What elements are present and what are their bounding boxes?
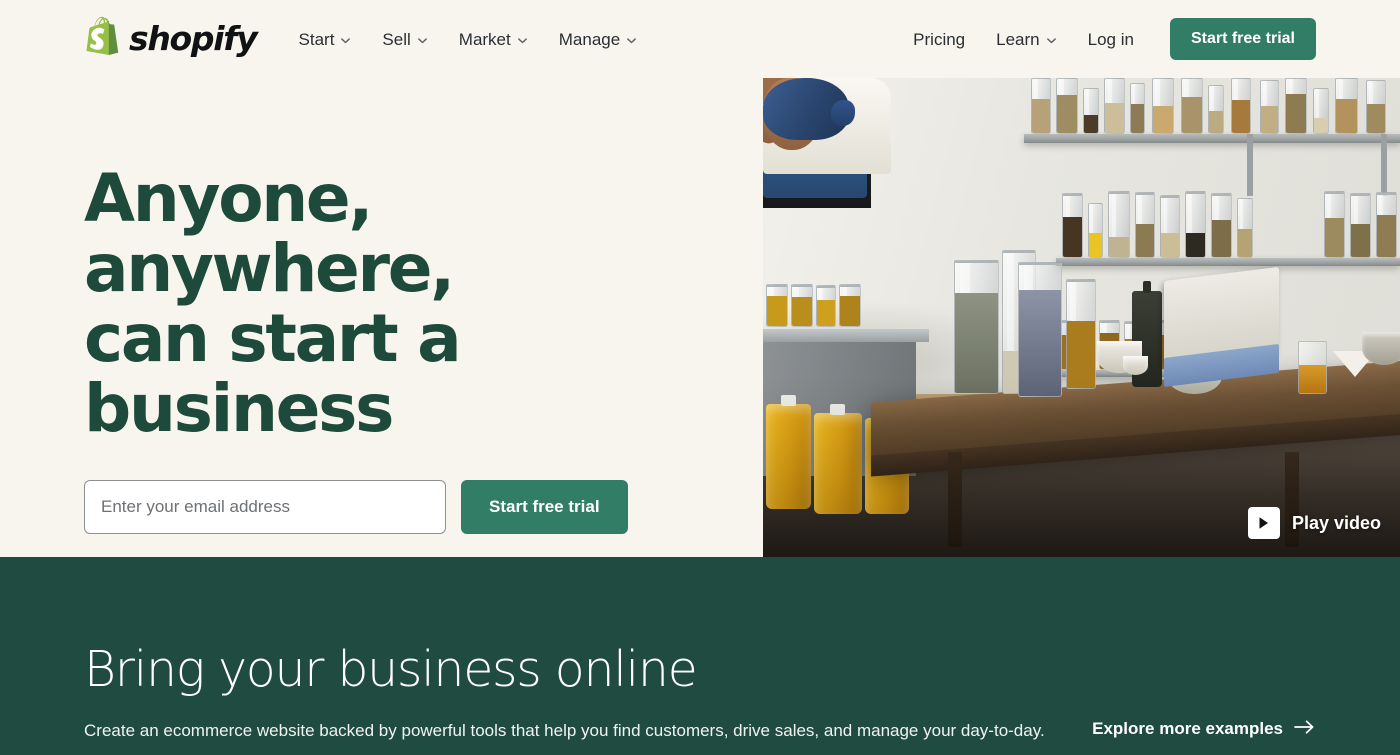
nav-item-market[interactable]: Market [459, 31, 528, 48]
arrow-right-icon [1294, 719, 1314, 739]
email-input[interactable] [84, 479, 446, 534]
nav-label-manage: Manage [558, 29, 621, 49]
hero-signup-form: Start free trial [84, 479, 684, 534]
nav-label-sell: Sell [382, 29, 411, 49]
nav-label-market: Market [458, 29, 511, 49]
chevron-down-icon [417, 35, 428, 46]
hero-video-thumbnail[interactable]: Play video [763, 78, 1400, 557]
play-triangle-icon [1247, 507, 1280, 539]
hero-title: Anyone, anywhere, can start a business [84, 160, 462, 447]
hero-section: Anyone, anywhere, can start a business S… [0, 78, 1400, 591]
nav-item-pricing[interactable]: Pricing [913, 31, 965, 48]
play-video-label: Play video [1291, 512, 1381, 533]
shopify-logo[interactable]: shopify [84, 15, 258, 64]
site-header: shopify Start Sell Market Manage Pricing… [0, 0, 1400, 78]
nav-item-manage[interactable]: Manage [559, 31, 637, 48]
hero-copy: Anyone, anywhere, can start a business S… [84, 164, 684, 595]
section-subtitle: Create an ecommerce website backed by po… [84, 721, 1045, 740]
chevron-down-icon [517, 35, 528, 46]
section-title: Bring your business online [84, 641, 698, 698]
nav-label-login: Log in [1087, 29, 1134, 49]
play-video-button[interactable]: Play video [1247, 507, 1381, 539]
shopify-homepage: shopify Start Sell Market Manage Pricing… [0, 0, 1400, 755]
primary-navigation: Start Sell Market Manage [299, 31, 638, 48]
hero-start-free-trial-button[interactable]: Start free trial [461, 479, 628, 534]
secondary-navigation: Pricing Learn Log in Start free trial [913, 18, 1316, 60]
chevron-down-icon [1046, 35, 1057, 46]
nav-label-learn: Learn [996, 29, 1040, 49]
header-start-free-trial-button[interactable]: Start free trial [1169, 18, 1316, 60]
chevron-down-icon [626, 35, 637, 46]
explore-more-examples-link[interactable]: Explore more examples [1092, 719, 1314, 739]
bring-business-online-section: Bring your business online Create an eco… [0, 557, 1400, 755]
shopify-bag-icon [84, 15, 122, 64]
nav-item-login[interactable]: Log in [1088, 31, 1134, 48]
nav-label-start: Start [298, 29, 335, 49]
nav-item-start[interactable]: Start [299, 31, 352, 48]
nav-label-pricing: Pricing [913, 29, 966, 49]
hero-photo [763, 78, 1400, 557]
photo-vignette [763, 78, 1400, 557]
shopify-wordmark: shopify [129, 18, 258, 58]
nav-item-learn[interactable]: Learn [996, 31, 1056, 48]
nav-item-sell[interactable]: Sell [382, 31, 427, 48]
chevron-down-icon [340, 35, 351, 46]
explore-more-examples-label: Explore more examples [1092, 719, 1283, 738]
